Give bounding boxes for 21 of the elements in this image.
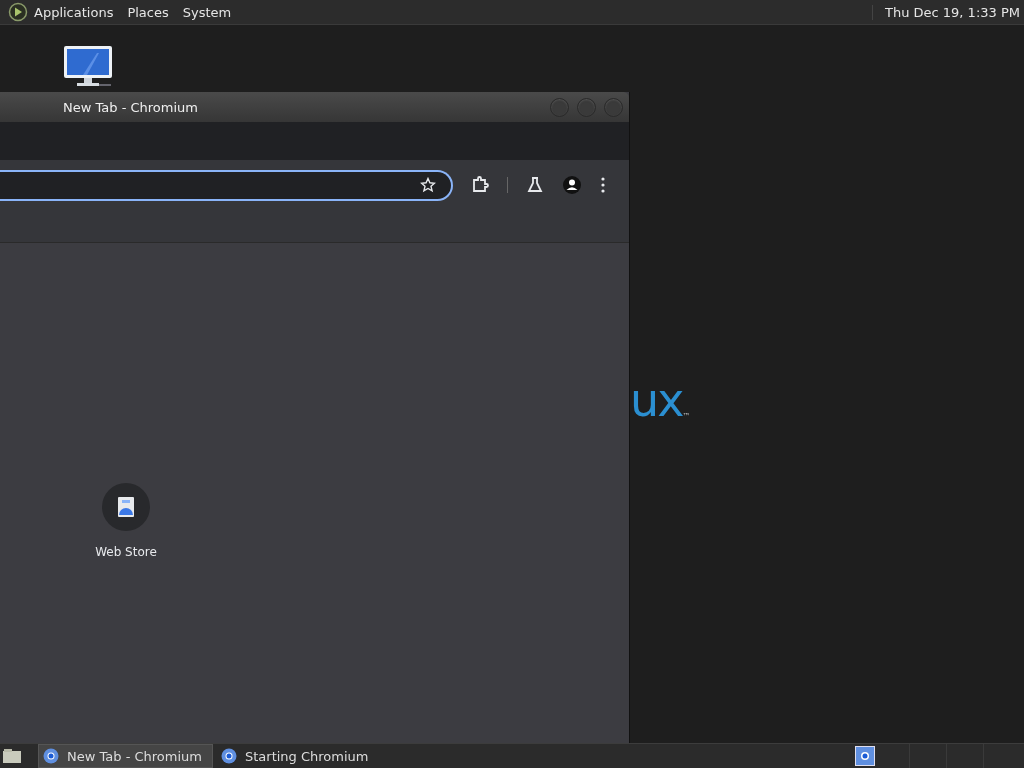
panel-menu[interactable]: Applications — [34, 4, 114, 20]
panel-menu[interactable]: Places — [127, 4, 169, 20]
task-button[interactable]: New Tab - Chromium — [38, 744, 213, 768]
logo-text: ux — [630, 377, 683, 423]
trademark-mark: ™ — [682, 412, 691, 421]
profile-icon[interactable] — [562, 175, 582, 195]
chromium-icon — [220, 748, 237, 764]
address-field[interactable] — [0, 169, 453, 201]
puzzle-icon[interactable] — [471, 176, 489, 194]
store-icon[interactable] — [102, 483, 150, 531]
menu-icon[interactable] — [600, 176, 606, 194]
star-icon[interactable] — [420, 177, 436, 193]
panel-menu[interactable]: System — [182, 4, 232, 20]
play-logo-icon[interactable] — [8, 2, 28, 22]
task-button[interactable]: Starting Chromium — [216, 745, 379, 767]
chromium-icon — [43, 748, 59, 764]
flask-icon[interactable] — [526, 176, 544, 194]
clock[interactable]: Thu Dec 19, 1:33 PM — [871, 4, 1024, 20]
chromium-icon[interactable] — [855, 746, 875, 766]
window-title: New Tab - Chromium — [63, 99, 198, 115]
shortcut-label[interactable]: Web Store — [95, 545, 157, 559]
